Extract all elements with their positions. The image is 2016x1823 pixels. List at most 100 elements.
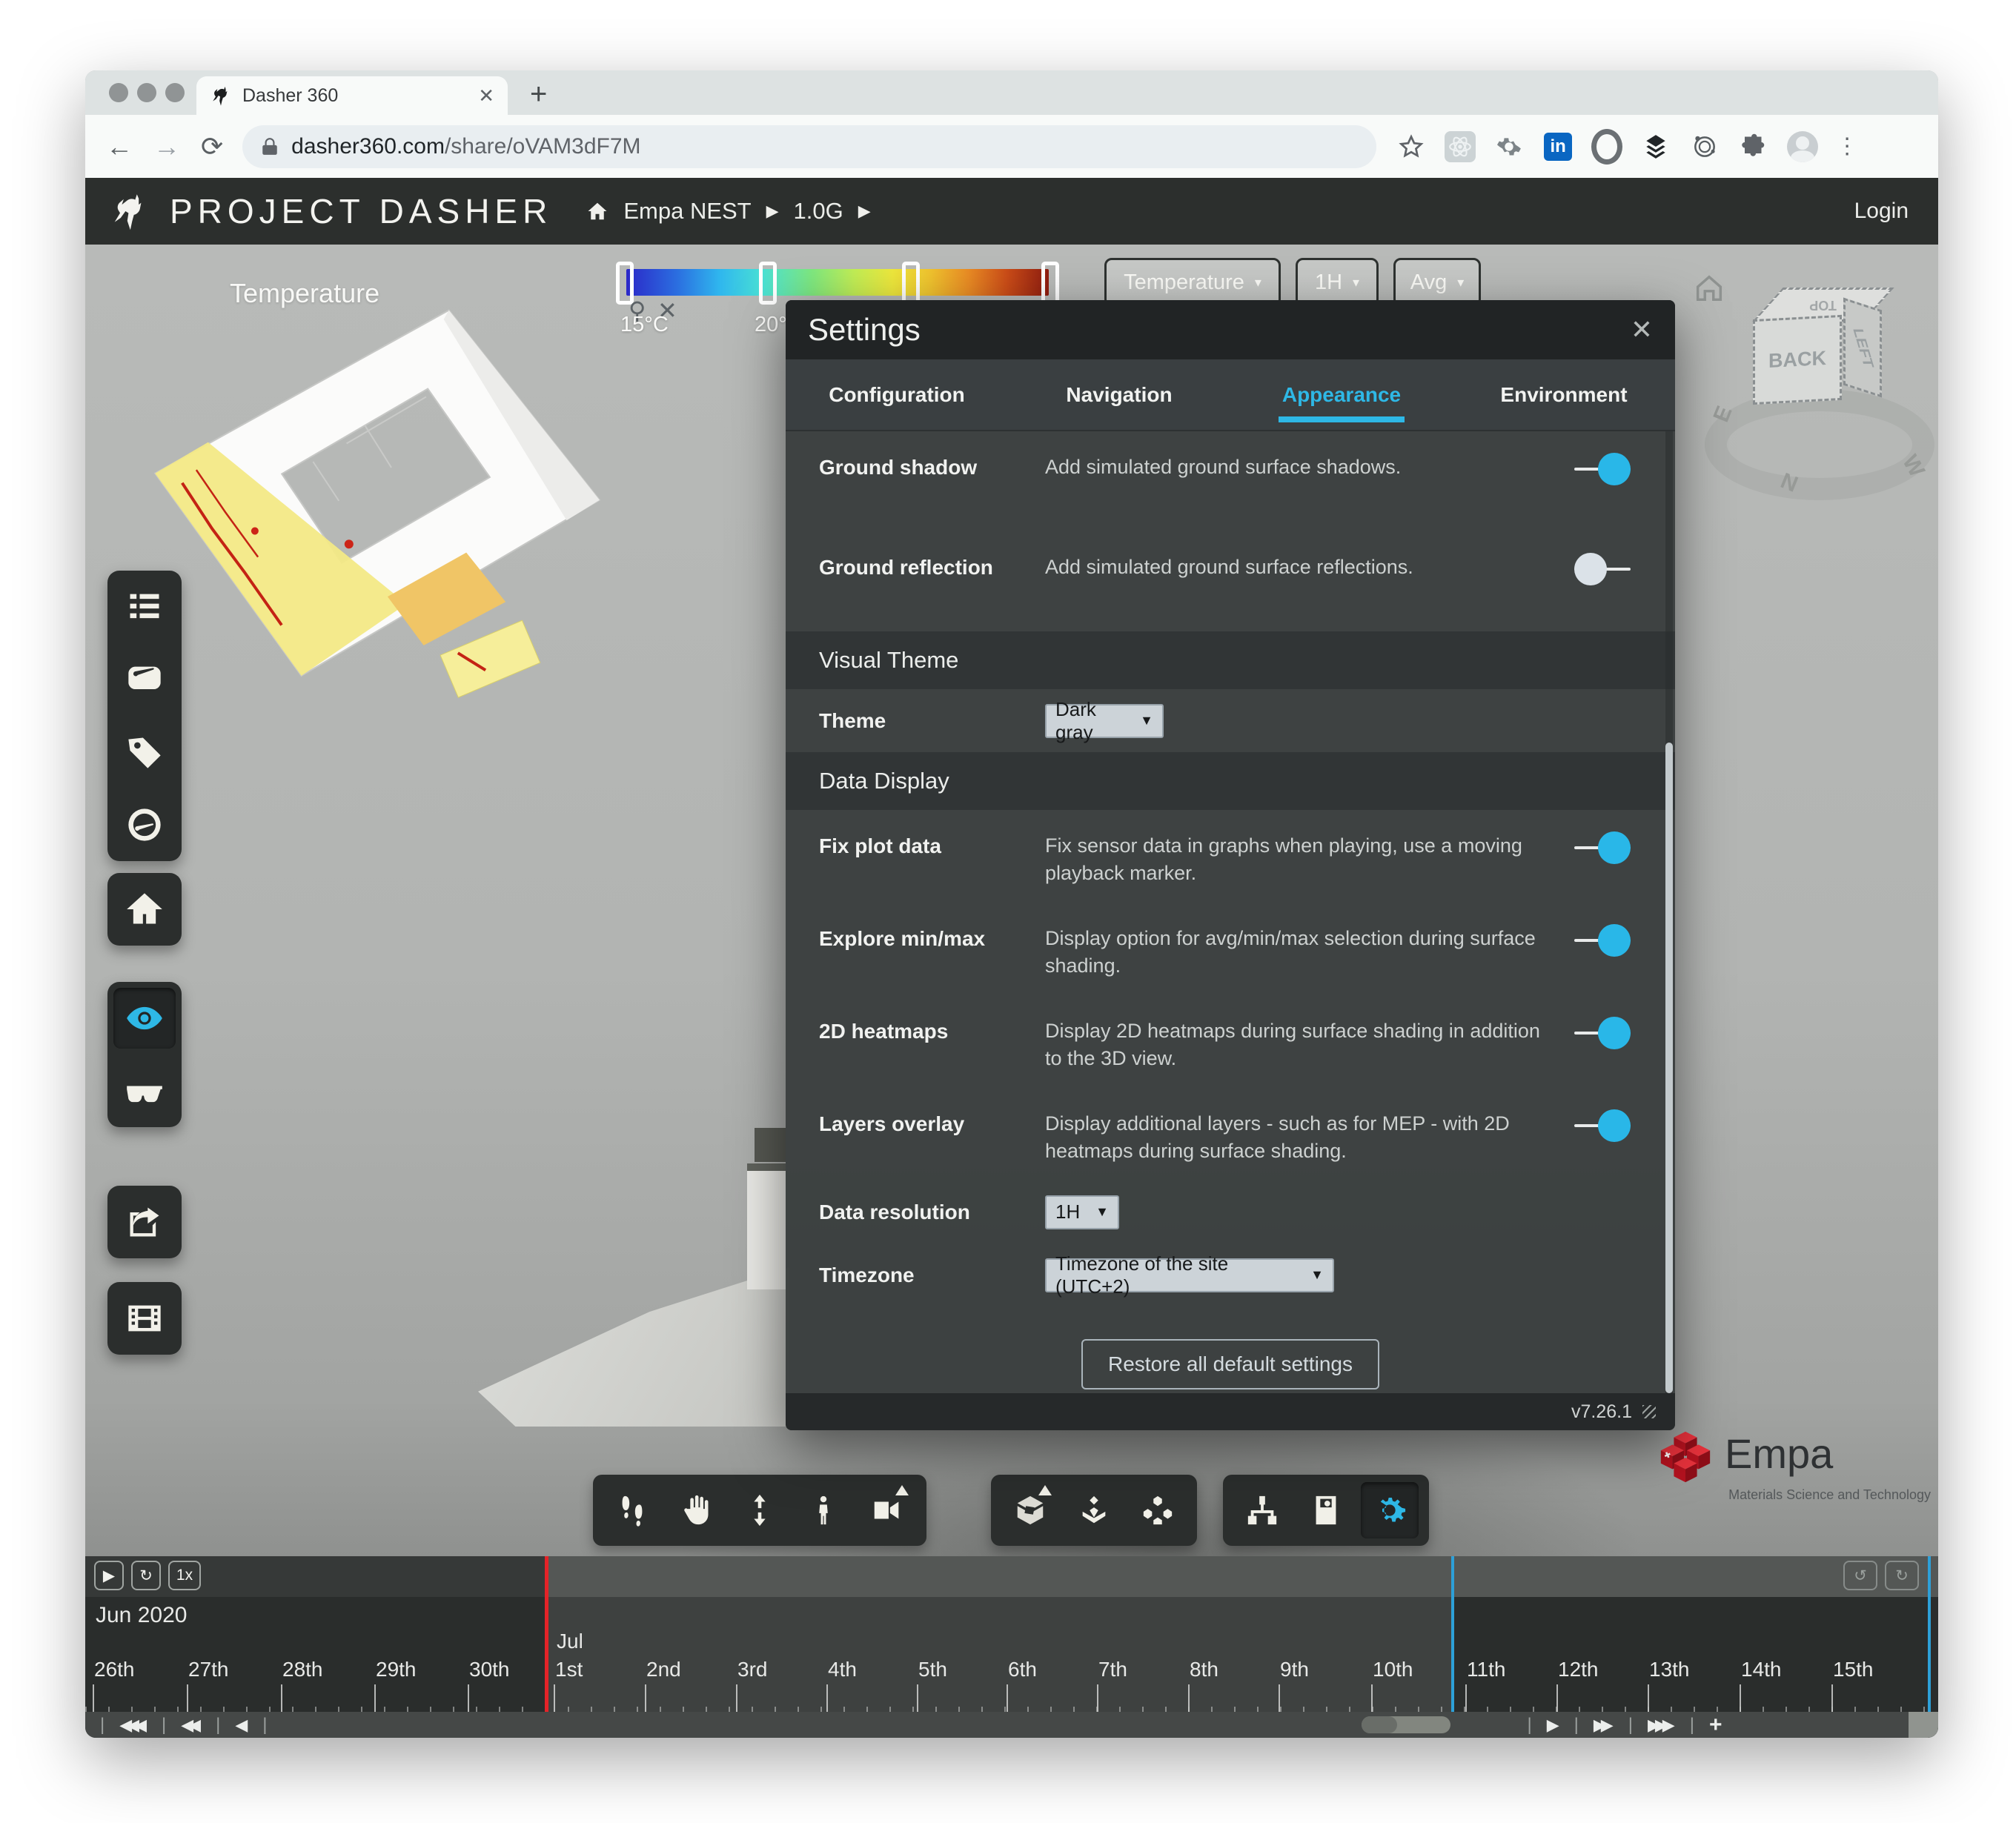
tab-navigation[interactable]: Navigation bbox=[1008, 359, 1230, 430]
login-button[interactable]: Login bbox=[1854, 199, 1909, 224]
fix-plot-data-toggle[interactable] bbox=[1574, 831, 1631, 865]
first-person-button[interactable] bbox=[792, 1479, 855, 1541]
timeline-scroll-thumb[interactable] bbox=[1362, 1716, 1450, 1733]
breadcrumb-site[interactable]: Empa NEST bbox=[623, 198, 751, 225]
jump-end-button[interactable]: ▶▶▶ bbox=[1648, 1716, 1675, 1735]
puzzle-extension-icon[interactable] bbox=[1738, 131, 1769, 162]
dialog-titlebar[interactable]: Settings ✕ bbox=[786, 300, 1675, 359]
zoom-in-button[interactable]: + bbox=[1709, 1713, 1722, 1738]
explore-min-max-toggle[interactable] bbox=[1574, 923, 1631, 957]
settings-dialog: Settings ✕ ConfigurationNavigationAppear… bbox=[786, 300, 1675, 1430]
sidebar-item-xray[interactable] bbox=[107, 1055, 182, 1127]
viewport-3d[interactable]: Temperature ⚲ ✕ 15°C 20°C Temperature▾ 1… bbox=[85, 245, 1938, 1556]
chrome-menu-icon[interactable]: ⋮ bbox=[1836, 133, 1858, 159]
viewcube-home-icon[interactable] bbox=[1692, 271, 1726, 305]
loop-button[interactable]: ↻ bbox=[131, 1561, 161, 1590]
sidebar-item-video[interactable] bbox=[107, 1282, 182, 1355]
properties-button[interactable] bbox=[1294, 1479, 1358, 1541]
viewcube-left-face[interactable]: LEFT bbox=[1843, 298, 1882, 398]
legend-marker[interactable] bbox=[902, 262, 920, 305]
sidebar-item-tags[interactable] bbox=[107, 716, 182, 788]
close-tab-icon[interactable]: ✕ bbox=[478, 84, 494, 107]
explode-model-button[interactable] bbox=[1062, 1479, 1126, 1541]
timeline[interactable]: ▶ ↻ 1x ↺ ↻ Jun 2020 Jul 26th27th28th29th… bbox=[85, 1556, 1938, 1738]
ground-reflection-toggle[interactable] bbox=[1574, 552, 1631, 586]
timeline-scrollbar-row[interactable]: | ◀◀◀ | ◀◀ | ◀ | | ▶ | ▶▶ | ▶▶▶ | + bbox=[85, 1712, 1938, 1738]
sidebar-item-list[interactable] bbox=[107, 571, 182, 643]
new-tab-button[interactable]: + bbox=[530, 78, 547, 111]
sidebar-item-dashboard[interactable] bbox=[107, 643, 182, 716]
layers-extension-icon[interactable] bbox=[1640, 131, 1671, 162]
timezone-select[interactable]: Timezone of the site (UTC+2)▼ bbox=[1045, 1258, 1334, 1292]
traffic-light-close[interactable] bbox=[109, 83, 128, 102]
share-icon bbox=[125, 1203, 164, 1241]
legend-tick: 15°C bbox=[620, 313, 669, 337]
tab-environment[interactable]: Environment bbox=[1453, 359, 1675, 430]
step-forward-button[interactable]: ▶ bbox=[1547, 1716, 1559, 1735]
chevron-right-icon[interactable]: ▶ bbox=[858, 202, 871, 221]
resize-grip-icon[interactable] bbox=[1642, 1405, 1656, 1418]
elevation-tool-button[interactable] bbox=[728, 1479, 792, 1541]
browser-tab[interactable]: Dasher 360 ✕ bbox=[196, 76, 508, 115]
settings-toggle-row: Ground shadowAdd simulated ground surfac… bbox=[786, 431, 1675, 531]
bookmark-star-icon[interactable] bbox=[1396, 131, 1427, 162]
react-extension-icon[interactable] bbox=[1445, 131, 1476, 162]
reload-icon[interactable]: ⟳ bbox=[201, 131, 223, 162]
theme-select[interactable]: Dark gray▼ bbox=[1045, 704, 1164, 738]
settings-button[interactable] bbox=[1358, 1479, 1422, 1541]
compass-ring[interactable] bbox=[1705, 389, 1934, 500]
legend-marker[interactable] bbox=[1041, 262, 1059, 305]
floorplan-heatmap bbox=[99, 248, 700, 782]
section-box-button[interactable] bbox=[998, 1479, 1062, 1541]
ground-shadow-toggle[interactable] bbox=[1574, 452, 1631, 486]
play-button[interactable]: ▶ bbox=[94, 1561, 124, 1590]
profile-avatar[interactable] bbox=[1787, 131, 1818, 162]
model-browser-button[interactable] bbox=[1230, 1479, 1294, 1541]
timeline-resize-block[interactable] bbox=[1909, 1712, 1938, 1738]
scrollbar-thumb[interactable] bbox=[1665, 743, 1673, 1393]
forward-icon[interactable]: → bbox=[153, 131, 180, 162]
sidebar-item-share[interactable] bbox=[107, 1186, 182, 1258]
undo-button[interactable]: ↺ bbox=[1843, 1561, 1877, 1590]
linkedin-extension-icon[interactable]: in bbox=[1542, 131, 1574, 162]
gear-extension-icon[interactable] bbox=[1493, 131, 1525, 162]
viewcube-back-face[interactable]: BACK bbox=[1753, 315, 1842, 405]
temperature-gradient-bar[interactable] bbox=[626, 269, 1049, 296]
legend-marker[interactable] bbox=[759, 262, 777, 305]
jump-start-button[interactable]: ◀◀◀ bbox=[119, 1716, 147, 1735]
selection-marker[interactable] bbox=[1451, 1556, 1454, 1712]
traffic-light-zoom[interactable] bbox=[165, 83, 185, 102]
sidebar-item-gauges[interactable] bbox=[107, 788, 182, 861]
back-icon[interactable]: ← bbox=[106, 131, 133, 162]
traffic-light-minimize[interactable] bbox=[137, 83, 156, 102]
breadcrumb-floor[interactable]: 1.0G bbox=[794, 198, 843, 225]
page-back-button[interactable]: ◀◀ bbox=[181, 1716, 201, 1735]
camera-views-button[interactable] bbox=[855, 1479, 919, 1541]
tick-label: 29th bbox=[376, 1658, 417, 1681]
selection-marker-end[interactable] bbox=[1928, 1556, 1931, 1712]
timeline-dates-row[interactable]: Jun 2020 Jul 26th27th28th29th30th1st2nd3… bbox=[85, 1597, 1938, 1712]
chevron-right-icon[interactable]: ▶ bbox=[766, 202, 779, 221]
sidebar-item-home[interactable] bbox=[107, 873, 182, 946]
step-back-button[interactable]: ◀ bbox=[235, 1716, 248, 1735]
layers-overlay-toggle[interactable] bbox=[1574, 1109, 1631, 1143]
speed-button[interactable]: 1x bbox=[168, 1561, 201, 1590]
redo-button[interactable]: ↻ bbox=[1885, 1561, 1919, 1590]
2d-heatmaps-toggle[interactable] bbox=[1574, 1016, 1631, 1050]
pan-tool-button[interactable] bbox=[664, 1479, 728, 1541]
orbit-extension-icon[interactable] bbox=[1689, 131, 1720, 162]
address-bar[interactable]: dasher360.com/share/oVAM3dF7M bbox=[242, 125, 1376, 168]
page-forward-button[interactable]: ▶▶ bbox=[1594, 1716, 1614, 1735]
tab-appearance[interactable]: Appearance bbox=[1230, 359, 1453, 430]
home-icon[interactable] bbox=[586, 200, 609, 222]
ring-extension-icon[interactable] bbox=[1591, 131, 1622, 162]
walk-tool-button[interactable] bbox=[600, 1479, 664, 1541]
dialog-scrollbar[interactable] bbox=[1665, 431, 1673, 1393]
sidebar-item-surface-shading[interactable] bbox=[107, 982, 182, 1055]
close-icon[interactable]: ✕ bbox=[1631, 314, 1653, 345]
levels-button[interactable] bbox=[1126, 1479, 1190, 1541]
data-resolution-select[interactable]: 1H▼ bbox=[1045, 1195, 1119, 1229]
restore-defaults-button[interactable]: Restore all default settings bbox=[1081, 1339, 1379, 1389]
tab-configuration[interactable]: Configuration bbox=[786, 359, 1008, 430]
playhead-marker[interactable] bbox=[545, 1556, 548, 1712]
